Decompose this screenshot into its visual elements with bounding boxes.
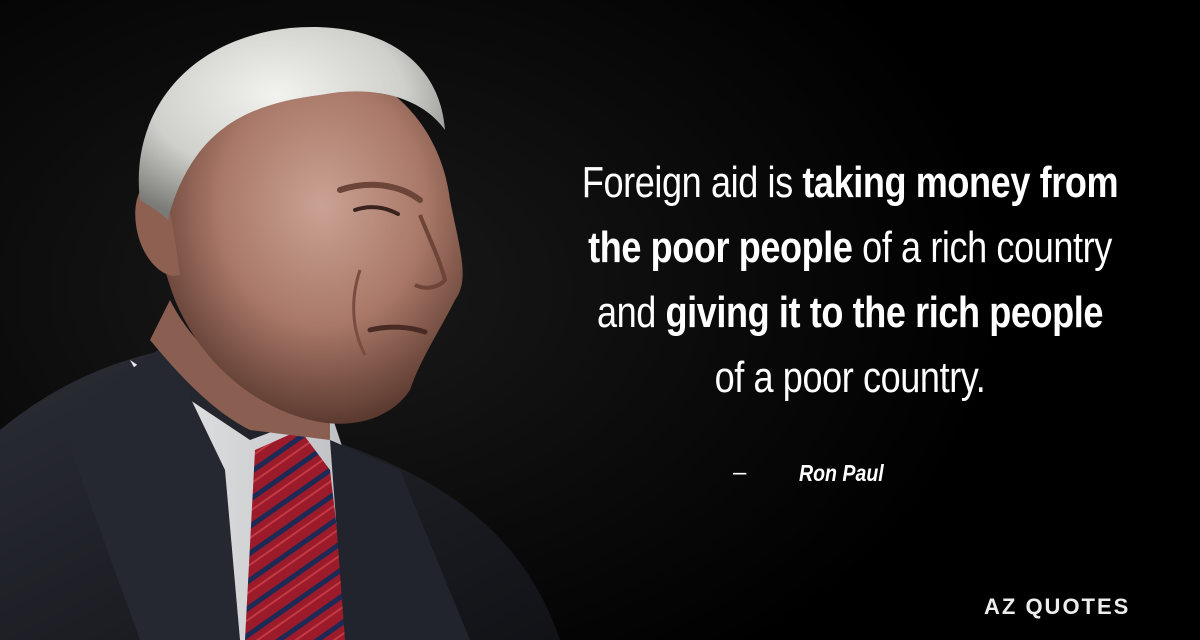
quote-line-4: of a poor country.	[579, 345, 1120, 410]
quote-line-3: and giving it to the rich people	[579, 280, 1120, 345]
quote-segment-emphasis: the poor people	[588, 223, 853, 272]
portrait-illustration	[0, 26, 560, 640]
quote-line-2: the poor people of a rich country	[579, 215, 1120, 280]
quote-line-1: Foreign aid is taking money from	[579, 150, 1120, 215]
quote-segment-emphasis: taking money from	[802, 158, 1119, 207]
quote-segment: of a poor country.	[714, 353, 986, 402]
quote-segment: of a rich country	[852, 223, 1112, 272]
quote-attribution: – Ron Paul	[733, 455, 1033, 495]
quote-text: Foreign aid is taking money from the poo…	[579, 150, 1120, 410]
quote-segment: and	[596, 288, 666, 337]
quote-segment: Foreign aid is	[581, 158, 803, 207]
quote-segment-emphasis: giving it to the rich people	[665, 288, 1104, 337]
speaker-portrait	[0, 0, 640, 640]
quote-card: Foreign aid is taking money from the poo…	[0, 0, 1200, 640]
attribution-dash: –	[733, 459, 747, 486]
azquotes-logo: AZ QUOTES	[984, 594, 1131, 619]
author-name: Ron Paul	[799, 460, 884, 486]
